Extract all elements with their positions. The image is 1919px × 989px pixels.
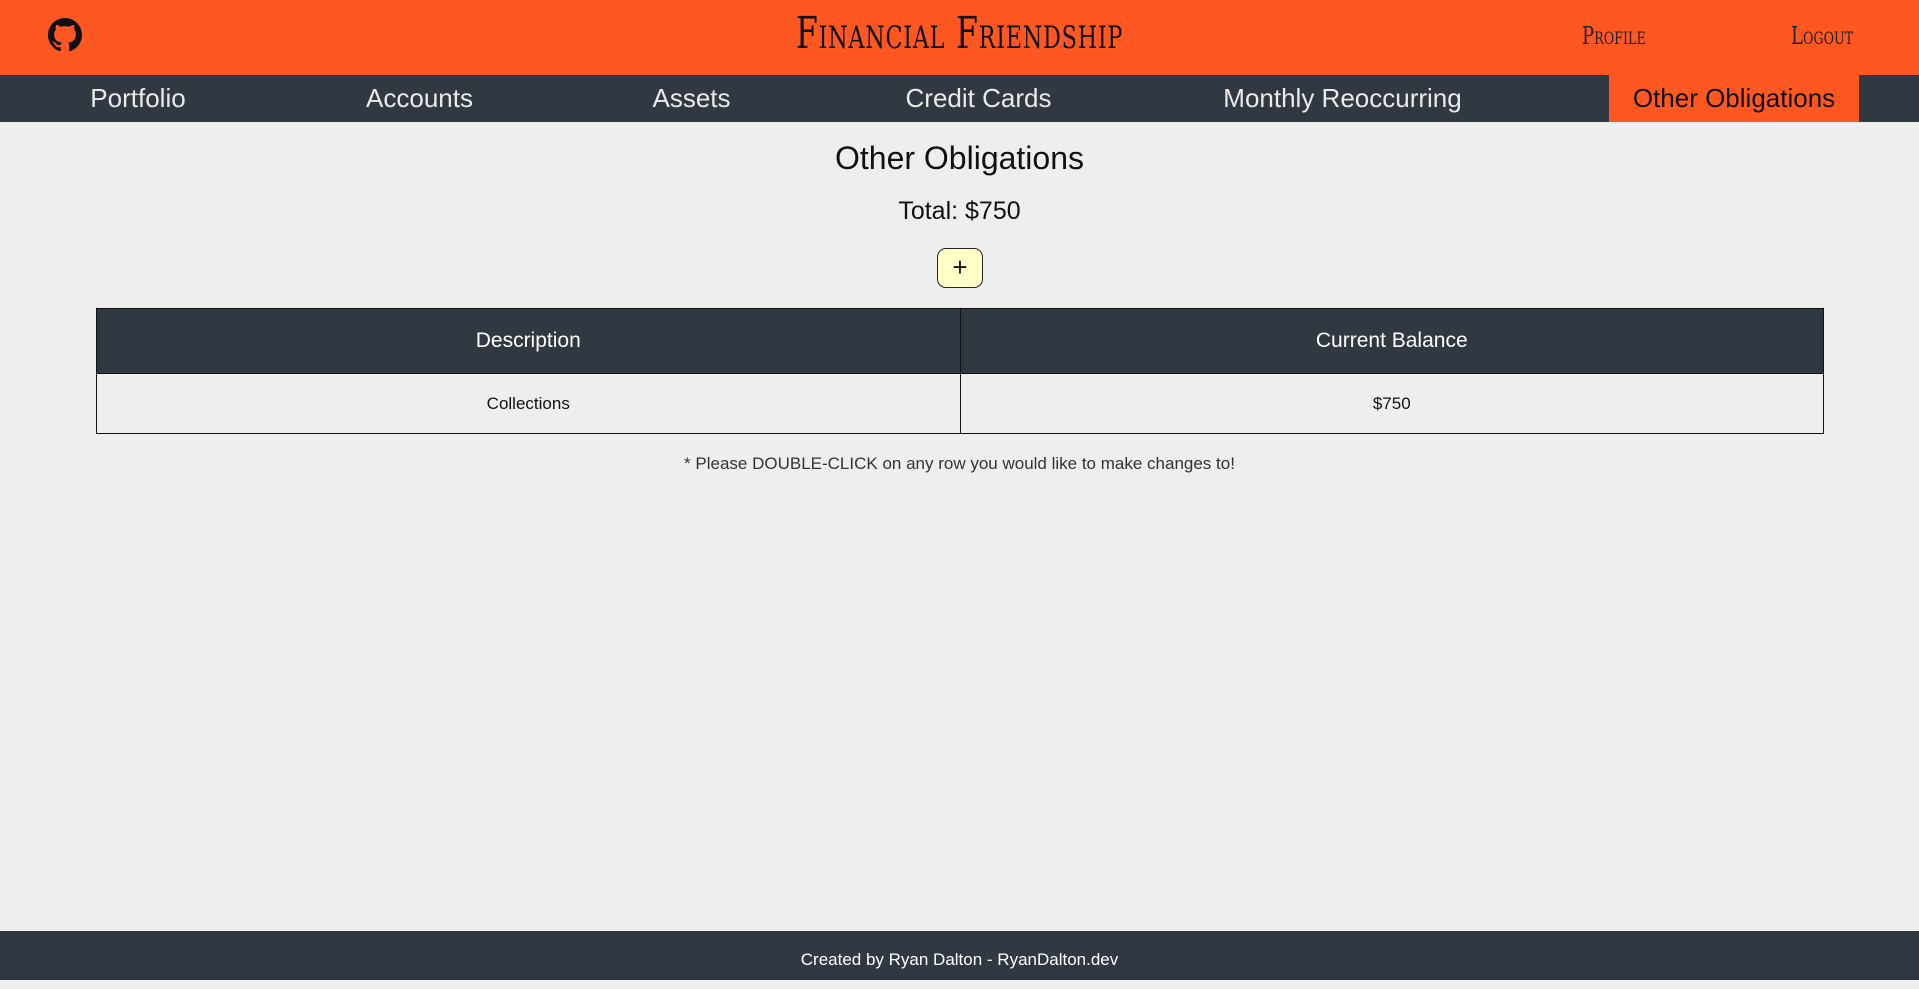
cell-description[interactable]: Collections bbox=[96, 373, 961, 434]
column-header-description: Description bbox=[96, 308, 961, 374]
table-header-row: Description Current Balance bbox=[96, 308, 1824, 374]
cell-current-balance[interactable]: $750 bbox=[959, 373, 1824, 434]
github-icon[interactable] bbox=[48, 18, 82, 52]
edit-instruction-note: * Please DOUBLE-CLICK on any row you wou… bbox=[684, 454, 1235, 473]
nav-item-assets[interactable]: Assets bbox=[563, 75, 820, 122]
logout-link[interactable]: Logout bbox=[1791, 22, 1853, 50]
add-obligation-button[interactable]: + bbox=[937, 248, 983, 288]
brand-title: Financial Friendship bbox=[795, 8, 1124, 59]
total-amount: Total: $750 bbox=[898, 197, 1021, 225]
footer: Created by Ryan Dalton - RyanDalton.dev bbox=[0, 931, 1919, 980]
obligations-table: Description Current Balance Collections … bbox=[96, 308, 1824, 434]
main-nav: Portfolio Accounts Assets Credit Cards M… bbox=[0, 75, 1919, 122]
nav-item-other-obligations[interactable]: Other Obligations bbox=[1609, 75, 1859, 122]
nav-item-accounts[interactable]: Accounts bbox=[276, 75, 563, 122]
nav-item-portfolio[interactable]: Portfolio bbox=[0, 75, 276, 122]
nav-item-monthly-reoccurring[interactable]: Monthly Reoccurring bbox=[1137, 75, 1548, 122]
nav-item-credit-cards[interactable]: Credit Cards bbox=[820, 75, 1137, 122]
app-header: Financial Friendship Profile Logout bbox=[0, 0, 1919, 75]
column-header-current-balance: Current Balance bbox=[959, 308, 1824, 374]
profile-link[interactable]: Profile bbox=[1582, 22, 1646, 50]
table-row[interactable]: Collections $750 bbox=[96, 373, 1824, 434]
page-title: Other Obligations bbox=[834, 140, 1084, 176]
